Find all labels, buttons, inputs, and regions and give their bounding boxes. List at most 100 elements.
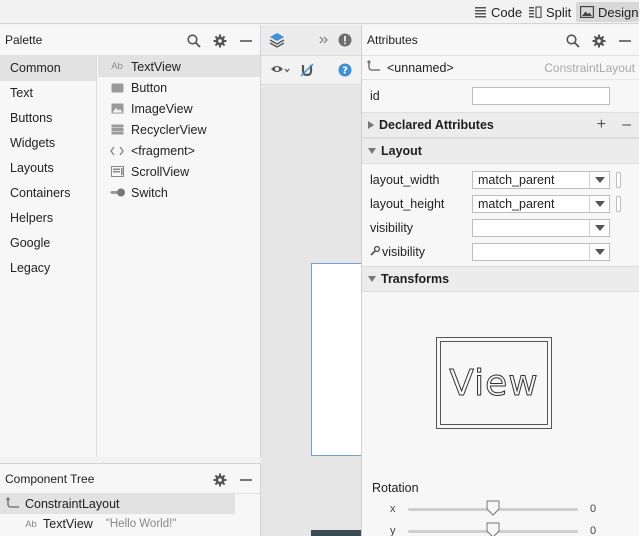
category-layouts[interactable]: Layouts bbox=[0, 156, 96, 181]
textview-icon: Ab bbox=[25, 518, 37, 530]
list-icon bbox=[108, 123, 126, 137]
widget-label: TextView bbox=[131, 59, 181, 74]
tree-node-textview[interactable]: Ab TextView "Hello World!" bbox=[0, 514, 260, 534]
search-icon[interactable] bbox=[565, 33, 581, 49]
widget-textview[interactable]: Ab TextView bbox=[98, 56, 260, 77]
component-type: ConstraintLayout bbox=[544, 60, 635, 75]
widget-switch[interactable]: Switch bbox=[98, 182, 260, 203]
widget-label: Switch bbox=[131, 185, 168, 200]
section-title: Declared Attributes bbox=[379, 118, 494, 132]
gear-icon[interactable] bbox=[212, 472, 228, 488]
category-text[interactable]: Text bbox=[0, 81, 96, 106]
help-icon[interactable]: ? bbox=[337, 62, 353, 78]
tree-child-hint: "Hello World!" bbox=[105, 518, 177, 530]
tools-visibility-label-wrap: visibility bbox=[370, 245, 472, 259]
visibility-dropdown[interactable] bbox=[472, 219, 610, 237]
category-containers[interactable]: Containers bbox=[0, 181, 96, 206]
component-tree-panel: Component Tree ConstraintLayout Ab TextV… bbox=[0, 463, 261, 536]
svg-text:?: ? bbox=[342, 66, 348, 77]
chevron-down-icon[interactable] bbox=[589, 244, 609, 260]
overflow-chevron-icon[interactable] bbox=[316, 32, 332, 48]
layout-height-row: layout_height match_parent bbox=[362, 192, 639, 216]
widget-imageview[interactable]: ImageView bbox=[98, 98, 260, 119]
design-canvas[interactable] bbox=[261, 86, 363, 536]
minimize-icon[interactable] bbox=[238, 472, 254, 488]
component-name: <unnamed> bbox=[387, 60, 454, 75]
widget-fragment[interactable]: <fragment> bbox=[98, 140, 260, 161]
resource-picker-chip[interactable] bbox=[616, 172, 621, 188]
layers-icon[interactable] bbox=[269, 32, 285, 48]
code-mode-label: Code bbox=[491, 4, 523, 20]
wrench-icon bbox=[370, 245, 381, 259]
category-widgets[interactable]: Widgets bbox=[0, 131, 96, 156]
resource-picker-chip[interactable] bbox=[616, 196, 621, 212]
minimize-icon[interactable] bbox=[238, 33, 254, 49]
category-common[interactable]: Common bbox=[0, 56, 96, 81]
declared-attributes-section[interactable]: Declared Attributes + – bbox=[362, 112, 639, 138]
rotation-x-slider[interactable] bbox=[408, 500, 578, 516]
gear-icon[interactable] bbox=[591, 33, 607, 49]
design-mode-button[interactable]: Design bbox=[576, 2, 639, 22]
category-helpers[interactable]: Helpers bbox=[0, 206, 96, 231]
eye-visibility-icon[interactable] bbox=[269, 62, 291, 78]
section-title: Transforms bbox=[381, 272, 450, 286]
chevron-down-icon[interactable] bbox=[589, 220, 609, 236]
layout-width-row: layout_width match_parent bbox=[362, 168, 639, 192]
transform-preview-inner: View bbox=[440, 341, 548, 425]
widget-recyclerview[interactable]: RecyclerView bbox=[98, 119, 260, 140]
layout-height-dropdown[interactable]: match_parent bbox=[472, 195, 610, 213]
widget-label: ImageView bbox=[131, 101, 193, 116]
transform-preview: View bbox=[436, 337, 552, 429]
minimize-icon[interactable] bbox=[617, 33, 633, 49]
split-mode-button[interactable]: Split bbox=[524, 2, 575, 22]
code-mode-button[interactable]: Code bbox=[470, 2, 526, 22]
category-buttons[interactable]: Buttons bbox=[0, 106, 96, 131]
rotation-y-value: 0 bbox=[590, 525, 597, 536]
slider-thumb[interactable] bbox=[486, 522, 500, 536]
chevron-down-icon[interactable] bbox=[589, 172, 609, 188]
palette-header: Palette bbox=[0, 25, 260, 56]
add-attribute-icon[interactable]: + bbox=[597, 116, 606, 134]
tools-visibility-dropdown[interactable] bbox=[472, 243, 610, 261]
collapse-triangle-icon bbox=[368, 148, 376, 154]
attributes-title: Attributes bbox=[367, 33, 418, 47]
switch-icon bbox=[108, 186, 126, 200]
gear-icon[interactable] bbox=[212, 33, 228, 49]
axis-label: y bbox=[390, 525, 396, 536]
image-icon bbox=[580, 6, 594, 18]
rotation-label: Rotation bbox=[372, 481, 419, 495]
design-surface: ? bbox=[261, 25, 363, 536]
transforms-section[interactable]: Transforms bbox=[362, 266, 639, 292]
rotation-y-slider[interactable] bbox=[408, 522, 578, 536]
chevron-down-icon[interactable] bbox=[589, 196, 609, 212]
category-google[interactable]: Google bbox=[0, 231, 96, 256]
category-legacy[interactable]: Legacy bbox=[0, 256, 96, 281]
warning-icon[interactable] bbox=[337, 32, 353, 48]
design-mode-label: Design bbox=[598, 4, 639, 20]
layout-preview-frame[interactable] bbox=[311, 263, 363, 456]
view-mode-bar: Code Split Design bbox=[0, 0, 639, 24]
palette-categories: Common Text Buttons Widgets Layouts Cont… bbox=[0, 56, 97, 457]
axis-label: x bbox=[390, 503, 396, 515]
image-icon bbox=[108, 102, 126, 116]
search-icon[interactable] bbox=[186, 33, 202, 49]
tree-node-constraintlayout[interactable]: ConstraintLayout bbox=[0, 494, 235, 514]
layout-section[interactable]: Layout bbox=[362, 138, 639, 164]
split-mode-label: Split bbox=[546, 4, 572, 20]
slider-thumb[interactable] bbox=[486, 500, 500, 516]
section-title: Layout bbox=[381, 144, 422, 158]
tools-visibility-row: visibility bbox=[362, 240, 639, 264]
visibility-label: visibility bbox=[370, 221, 414, 235]
preview-text: View bbox=[449, 362, 539, 404]
id-field[interactable] bbox=[472, 87, 610, 105]
surface-toolbar-bottom: ? bbox=[261, 56, 361, 85]
magnet-autoconnect-icon[interactable] bbox=[299, 62, 315, 78]
palette-title: Palette bbox=[5, 33, 43, 47]
layout-attributes: layout_width match_parent layout_height … bbox=[362, 164, 639, 264]
layout-width-dropdown[interactable]: match_parent bbox=[472, 171, 610, 189]
constraint-layout-icon bbox=[6, 496, 20, 512]
remove-attribute-icon[interactable]: – bbox=[622, 116, 631, 134]
attributes-header: Attributes bbox=[362, 25, 639, 56]
widget-button[interactable]: Button bbox=[98, 77, 260, 98]
widget-scrollview[interactable]: ScrollView bbox=[98, 161, 260, 182]
